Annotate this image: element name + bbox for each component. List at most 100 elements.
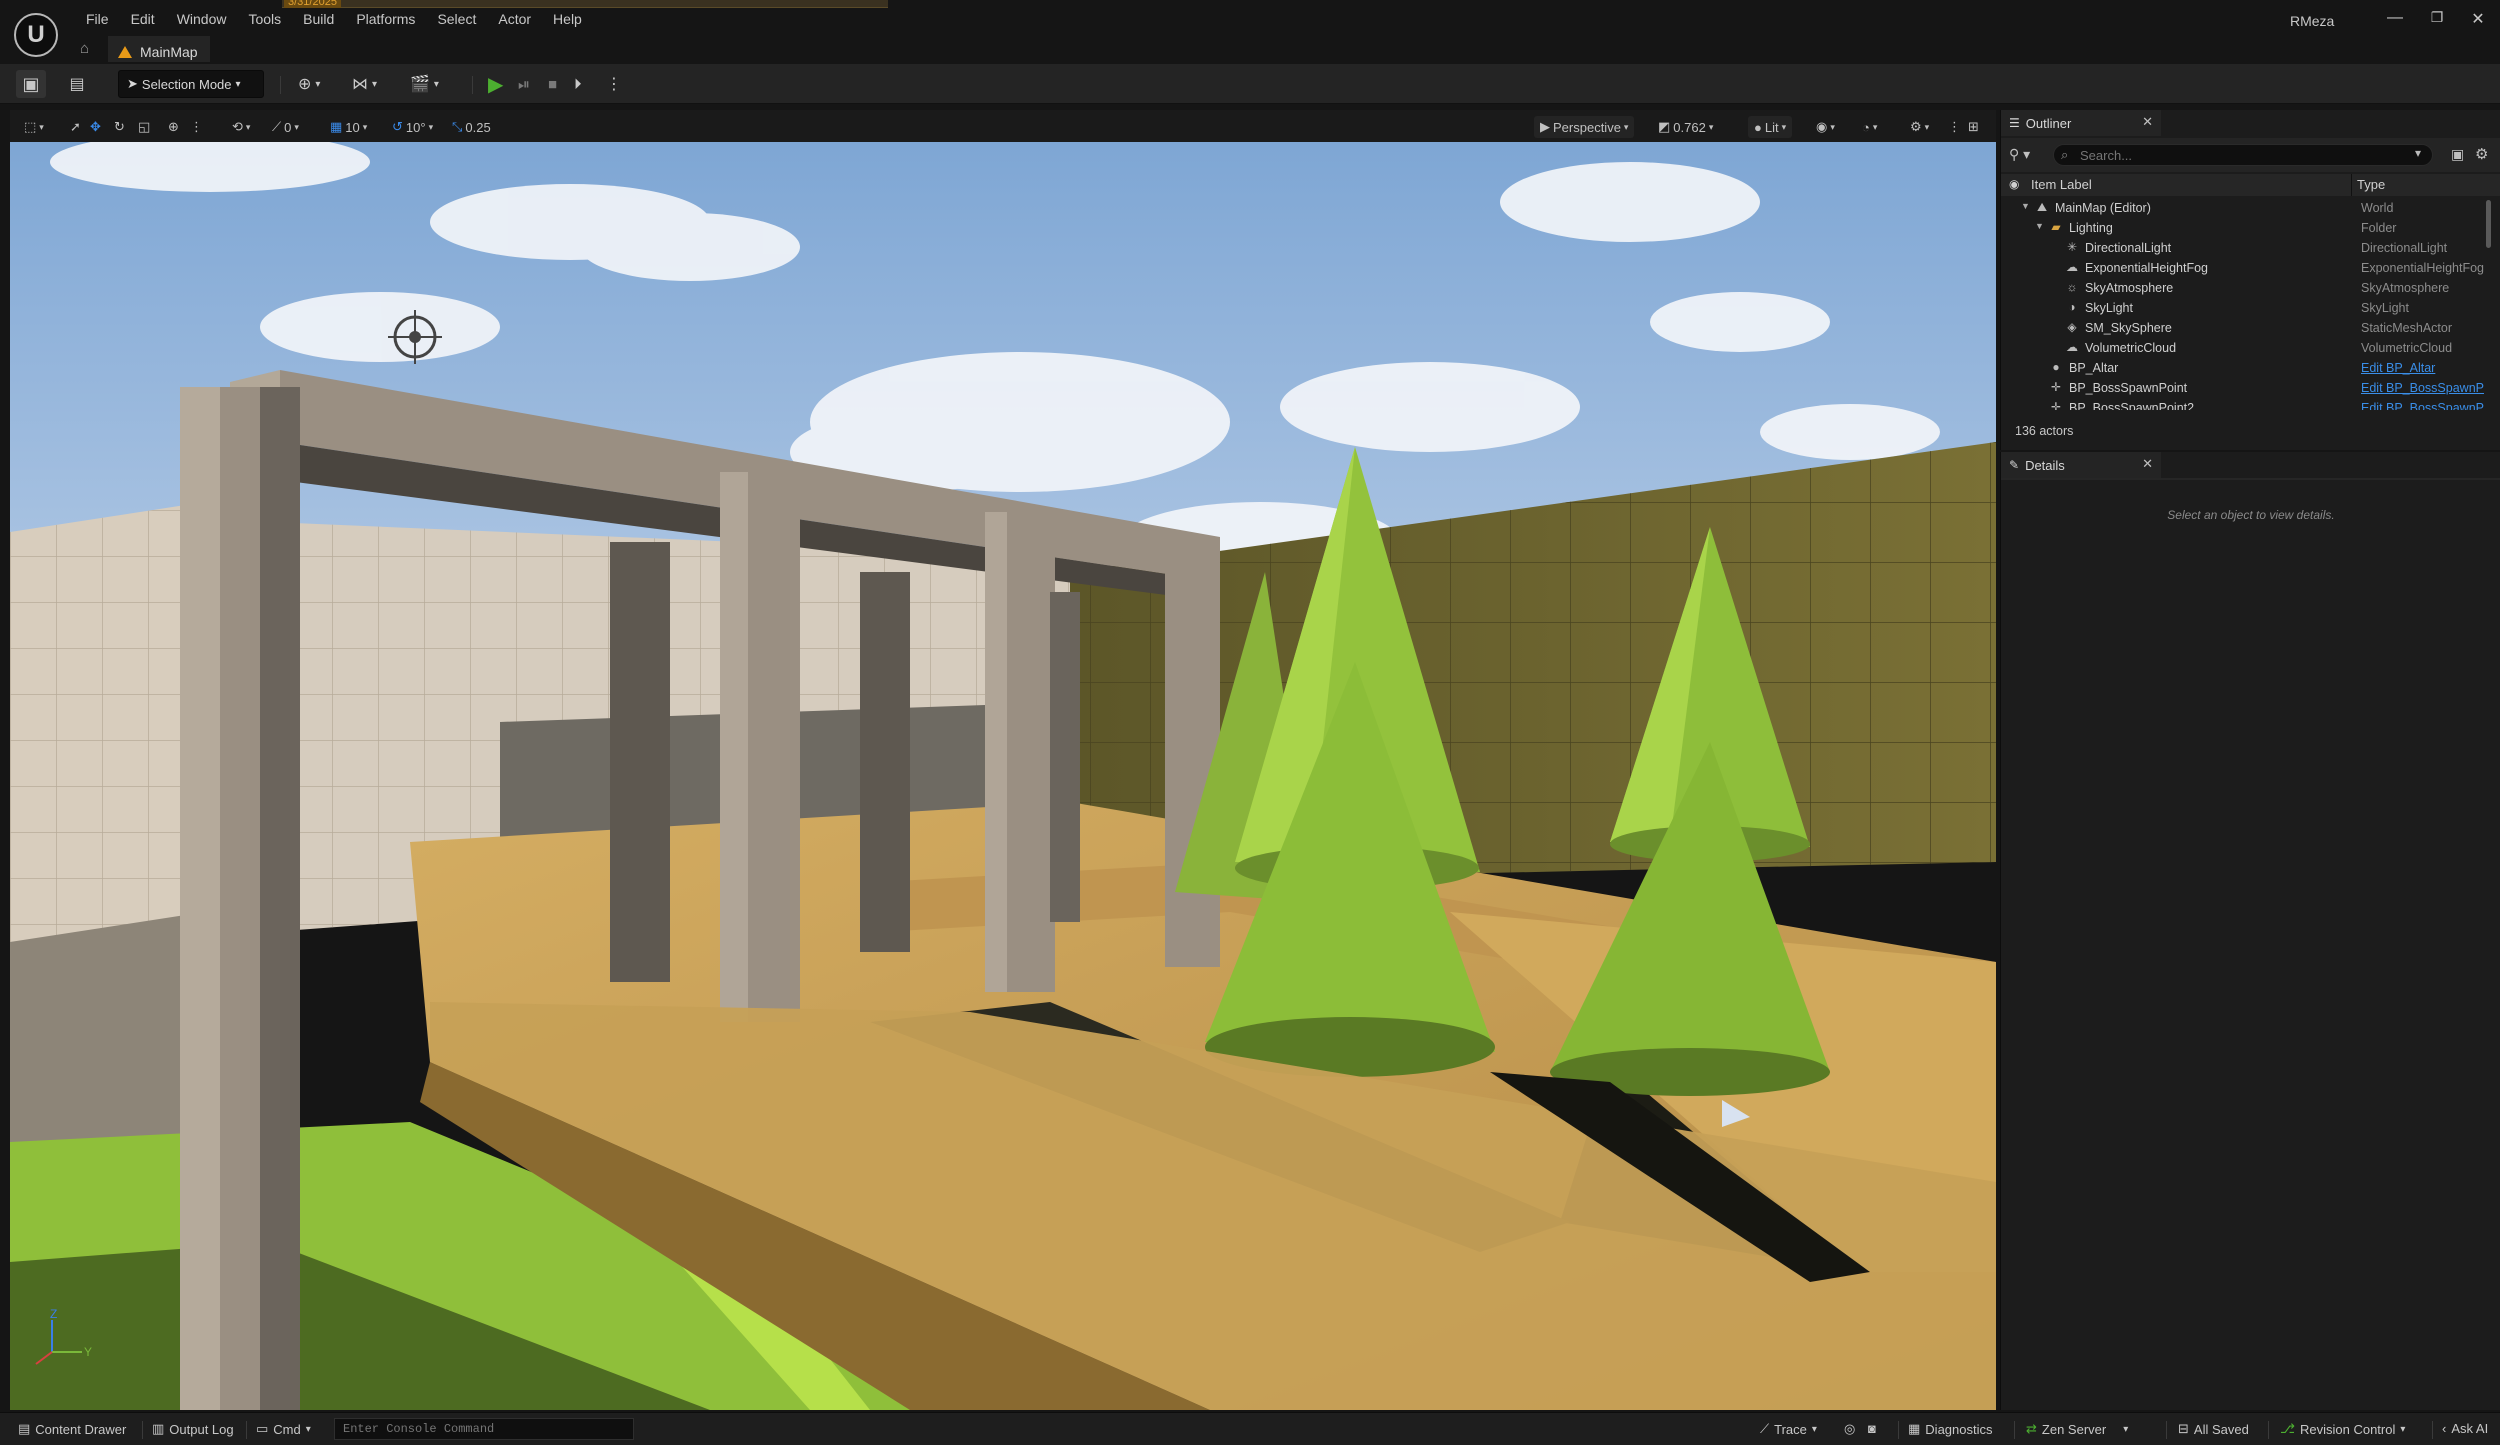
expand-arrow-icon[interactable]: ▼: [2035, 221, 2044, 231]
screenshot-button[interactable]: ◙: [1868, 1421, 1876, 1436]
play-button[interactable]: ▶: [488, 70, 512, 98]
edit-blueprint-link[interactable]: Edit BP_BossSpawnP: [2361, 381, 2491, 395]
add-folder-icon[interactable]: ▣: [2451, 146, 2464, 163]
diagnostics-label: Diagnostics: [1925, 1421, 1993, 1437]
world-space-button[interactable]: ⊕: [168, 116, 179, 138]
more-options-button[interactable]: ⋮: [606, 70, 622, 98]
column-separator[interactable]: [2351, 174, 2352, 196]
cinematics-button[interactable]: 🎬 ▾: [410, 70, 452, 98]
user-name[interactable]: RMeza: [2290, 13, 2334, 29]
outliner-row[interactable]: ▼ ⛰ MainMap (Editor) World: [2001, 198, 2491, 218]
surface-snap-dropdown[interactable]: ⟲ ▾: [232, 116, 250, 138]
trace-dropdown[interactable]: ⟋ Trace ▾: [1760, 1421, 1817, 1437]
menu-edit[interactable]: Edit: [120, 8, 166, 30]
minimize-button[interactable]: —: [2380, 9, 2410, 27]
tab-details[interactable]: ✎ Details ✕: [2001, 452, 2161, 478]
filter-icon[interactable]: ⚲ ▾: [2009, 146, 2030, 163]
tab-mainmap[interactable]: MainMap: [108, 36, 210, 62]
launch-options-button[interactable]: ⏵: [574, 70, 598, 98]
outliner-row[interactable]: ✛ BP_BossSpawnPoint2 Edit BP_BossSpawnP: [2001, 398, 2491, 410]
restore-button[interactable]: ❐: [2422, 9, 2452, 26]
cmd-dropdown[interactable]: ▭ Cmd ▾: [256, 1421, 311, 1437]
world-icon: ⛰: [2036, 200, 2048, 214]
scene-render[interactable]: Z Y: [10, 142, 1996, 1410]
diagnostics-button[interactable]: ▦ Diagnostics: [1908, 1421, 1993, 1437]
outliner-scrollbar[interactable]: [2486, 200, 2491, 248]
record-button[interactable]: ◎: [1844, 1421, 1855, 1437]
snap-icon: ⟋: [272, 119, 282, 134]
edit-blueprint-link[interactable]: Edit BP_Altar: [2361, 361, 2491, 375]
select-tool-dropdown[interactable]: ⬚ ▾: [24, 116, 44, 138]
advance-frame-button[interactable]: ⏯: [518, 70, 542, 98]
menu-select[interactable]: Select: [426, 8, 487, 30]
zen-server-dropdown[interactable]: ⇄ Zen Server ▾: [2026, 1421, 2128, 1437]
column-type[interactable]: Type: [2357, 177, 2385, 192]
rotate-snap-toggle[interactable]: ⟋ 0 ▾: [272, 116, 299, 138]
chevron-down-icon: ▾: [428, 121, 434, 132]
outliner-row[interactable]: ☼ SkyAtmosphere SkyAtmosphere: [2001, 278, 2491, 298]
lit-sphere-icon: ●: [1754, 119, 1762, 135]
output-log-button[interactable]: ▥ Output Log: [152, 1421, 234, 1437]
column-item-label[interactable]: Item Label: [2031, 177, 2092, 192]
close-icon[interactable]: ✕: [2142, 114, 2153, 130]
outliner-row[interactable]: ✛ BP_BossSpawnPoint Edit BP_BossSpawnP: [2001, 378, 2491, 398]
close-window-button[interactable]: ✕: [2463, 9, 2493, 29]
layout-button[interactable]: ⊞: [1968, 116, 1979, 138]
translate-button[interactable]: ✥: [90, 116, 101, 138]
view-mode-dropdown[interactable]: ● Lit ▾: [1748, 116, 1793, 138]
outliner-row[interactable]: ◑ SkyLight SkyLight: [2001, 298, 2491, 318]
visibility-eye-icon[interactable]: ◉: [2009, 177, 2019, 191]
outliner-row[interactable]: ◈ SM_SkySphere StaticMeshActor: [2001, 318, 2491, 338]
quick-add-button[interactable]: ⊕ ▾: [298, 70, 340, 98]
outliner-row[interactable]: ● BP_Altar Edit BP_Altar: [2001, 358, 2491, 378]
viewport-more-button[interactable]: ⋮: [190, 116, 203, 138]
menu-file[interactable]: File: [75, 8, 120, 30]
blueprints-button[interactable]: ⋈ ▾: [352, 70, 394, 98]
save-button[interactable]: ▣: [16, 70, 46, 98]
rotate-button[interactable]: ↻: [114, 116, 125, 138]
clapper-icon: 🎬: [410, 76, 430, 93]
select-button[interactable]: ➚: [70, 116, 81, 138]
level-viewport[interactable]: Z Y: [10, 142, 1996, 1410]
revision-control-dropdown[interactable]: ⎇ Revision Control ▾: [2280, 1421, 2405, 1437]
outliner-row-label: DirectionalLight: [2085, 241, 2172, 255]
level-icon: [118, 45, 132, 58]
close-icon[interactable]: ✕: [2142, 456, 2153, 472]
browse-button[interactable]: ▤: [62, 70, 92, 98]
viewport-options-button[interactable]: ⋮: [1948, 116, 1961, 138]
menu-window[interactable]: Window: [166, 8, 238, 30]
edit-blueprint-link[interactable]: Edit BP_BossSpawnP: [2361, 401, 2491, 410]
home-icon[interactable]: ⌂: [80, 40, 89, 57]
ask-ai-button[interactable]: ‹ Ask AI: [2442, 1421, 2488, 1436]
show-flags-dropdown[interactable]: ◉ ▾: [1816, 116, 1835, 138]
selection-mode-dropdown[interactable]: ➤ Selection Mode ▾: [118, 70, 264, 98]
menu-help[interactable]: Help: [542, 8, 593, 30]
grid-snap-toggle[interactable]: ▦ 10 ▾: [330, 116, 367, 138]
settings-dropdown[interactable]: ⚙ ▾: [1910, 116, 1929, 138]
all-saved-button[interactable]: ⊟ All Saved: [2178, 1421, 2249, 1437]
scale-snap-toggle[interactable]: ⤡ 0.25: [452, 116, 491, 138]
outliner-row[interactable]: ☁ ExponentialHeightFog ExponentialHeightFo…: [2001, 258, 2491, 278]
menu-actor[interactable]: Actor: [487, 8, 542, 30]
chevron-down-icon[interactable]: ▾: [2415, 146, 2421, 160]
gear-icon[interactable]: ⚙: [2475, 145, 2488, 163]
performance-dropdown[interactable]: ◔ ▾: [1862, 116, 1877, 138]
outliner-search-input[interactable]: [2053, 144, 2433, 166]
unreal-logo-icon[interactable]: U: [14, 13, 58, 57]
scale-button[interactable]: ◱: [138, 116, 150, 138]
camera-speed-dropdown[interactable]: ◩ 0.762 ▾: [1658, 116, 1713, 138]
details-tab-label: Details: [2025, 457, 2065, 473]
angle-snap-toggle[interactable]: ↺ 10° ▾: [392, 116, 433, 138]
tab-outliner[interactable]: ☰ Outliner ✕: [2001, 110, 2161, 136]
stop-button[interactable]: ■: [548, 70, 572, 98]
console-command-input[interactable]: [334, 1418, 634, 1440]
outliner-row[interactable]: ☁ VolumetricCloud VolumetricCloud: [2001, 338, 2491, 358]
expand-arrow-icon[interactable]: ▼: [2021, 201, 2030, 211]
perspective-dropdown[interactable]: ▶ Perspective ▾: [1534, 116, 1635, 138]
outliner-row[interactable]: ✳ DirectionalLight DirectionalLight: [2001, 238, 2491, 258]
outliner-row[interactable]: ▼ ▰ Lighting Folder: [2001, 218, 2491, 238]
menu-tools[interactable]: Tools: [237, 8, 292, 30]
menu-build[interactable]: Build: [292, 8, 345, 30]
menu-platforms[interactable]: Platforms: [345, 8, 426, 30]
content-drawer-button[interactable]: ▤ Content Drawer: [18, 1421, 126, 1437]
